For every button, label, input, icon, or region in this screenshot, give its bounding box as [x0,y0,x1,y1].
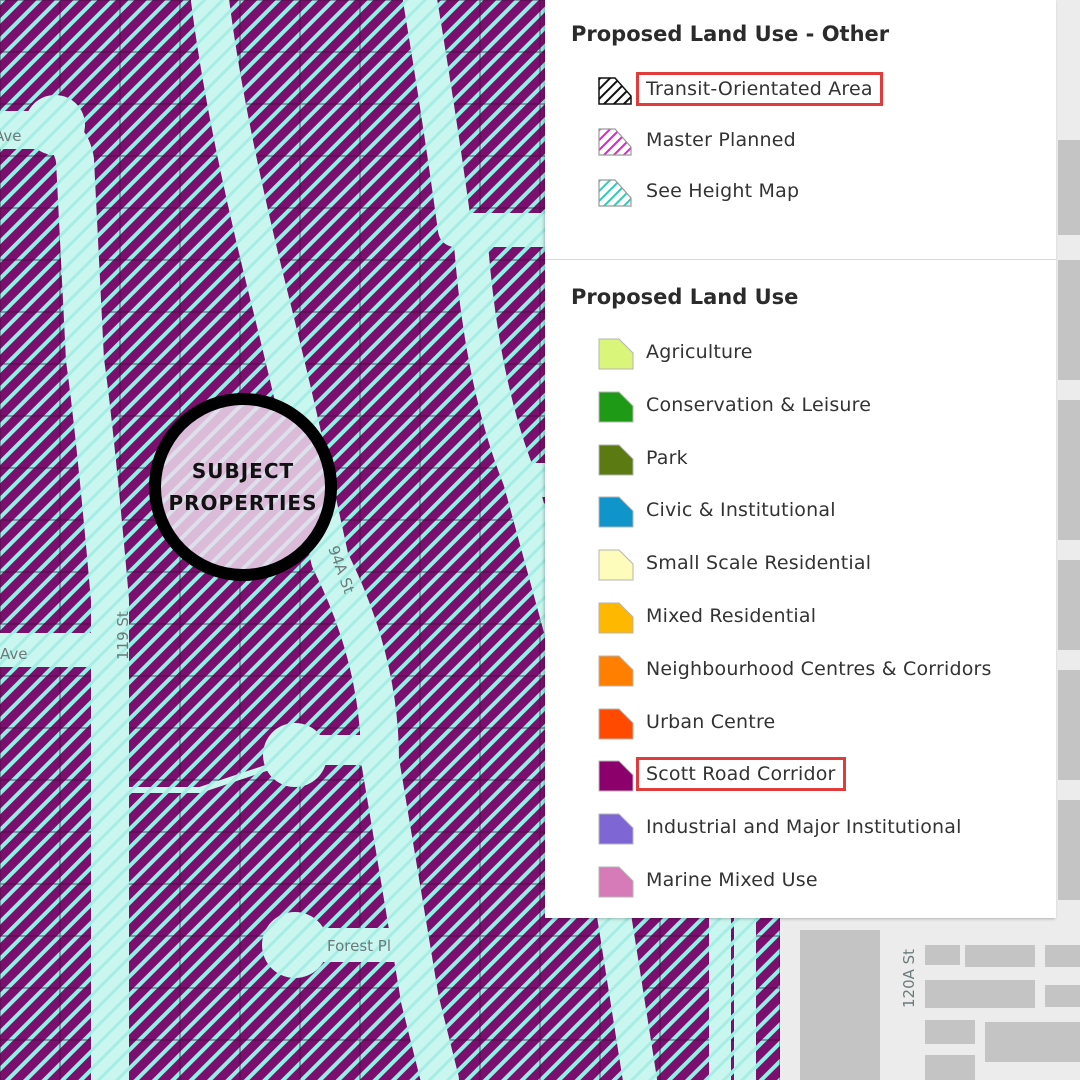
legend-item-transit-orientated-area[interactable]: Transit-Orientated Area [545,70,1056,110]
hatch-magenta-swatch-icon [595,123,635,159]
legend-item-neighbourhood-centres-corridors[interactable]: Neighbourhood Centres & Corridors [545,650,1056,690]
legend-label: Scott Road Corridor [636,757,846,792]
legend-label: Neighbourhood Centres & Corridors [646,657,992,680]
color-swatch-icon [595,335,635,371]
street-label-119-st: 119 St [114,611,132,660]
cul-de-sac [263,723,327,787]
legend-label: Agriculture [646,341,753,363]
color-swatch-icon [595,493,635,529]
color-swatch-icon [595,546,635,582]
legend-label: Civic & Institutional [646,499,836,522]
subject-properties-line1: SUBJECT [192,459,294,483]
legend-title-main: Proposed Land Use [571,285,799,309]
color-swatch-icon [595,863,635,899]
legend-item-industrial-and-major-institutional[interactable]: Industrial and Major Institutional [545,808,1056,848]
legend-title-other: Proposed Land Use - Other [571,22,890,46]
street-label-ave-mid: Ave [0,645,28,663]
legend-label: Park [646,446,688,469]
legend-item-marine-mixed-use[interactable]: Marine Mixed Use [545,861,1056,901]
legend-panel: Proposed Land Use - Other Transit-Orient… [545,0,1056,918]
color-swatch-icon [595,441,635,477]
legend-item-see-height-map[interactable]: See Height Map [545,172,1056,212]
legend-divider [545,259,1056,260]
legend-item-agriculture[interactable]: Agriculture [545,333,1056,373]
legend-item-urban-centre[interactable]: Urban Centre [545,703,1056,743]
legend-label: Transit-Orientated Area [636,72,883,106]
legend-label: Mixed Residential [646,605,817,627]
street-label-ave-top: Ave [0,127,22,145]
street-label-forest-pl: Forest Pl [327,937,391,955]
legend-item-mixed-residential[interactable]: Mixed Residential [545,597,1056,637]
legend-label: Master Planned [646,129,796,151]
legend-label: Marine Mixed Use [646,869,818,891]
color-swatch-icon [595,705,635,741]
legend-label: Conservation & Leisure [646,393,872,416]
legend-item-civic-institutional[interactable]: Civic & Institutional [545,491,1056,531]
legend-item-scott-road-corridor[interactable]: Scott Road Corridor [545,755,1056,795]
legend-item-master-planned[interactable]: Master Planned [545,121,1056,161]
color-swatch-icon [595,757,635,793]
cul-de-sac [262,912,328,978]
legend-label: See Height Map [646,180,800,202]
color-swatch-icon [595,652,635,688]
color-swatch-icon [595,599,635,635]
legend-item-conservation-leisure[interactable]: Conservation & Leisure [545,386,1056,426]
color-swatch-icon [595,388,635,424]
street-label-120a-st: 120A St [900,949,918,1008]
legend-label: Small Scale Residential [646,552,872,575]
hatch-black-swatch-icon [595,72,635,108]
legend-label: Industrial and Major Institutional [646,816,962,839]
cul-de-sac [25,95,85,155]
legend-label: Urban Centre [646,710,776,733]
legend-item-small-scale-residential[interactable]: Small Scale Residential [545,544,1056,584]
legend-item-park[interactable]: Park [545,439,1056,479]
color-swatch-icon [595,810,635,846]
subject-properties-line2: PROPERTIES [168,491,317,515]
hatch-cyan-swatch-icon [595,174,635,210]
